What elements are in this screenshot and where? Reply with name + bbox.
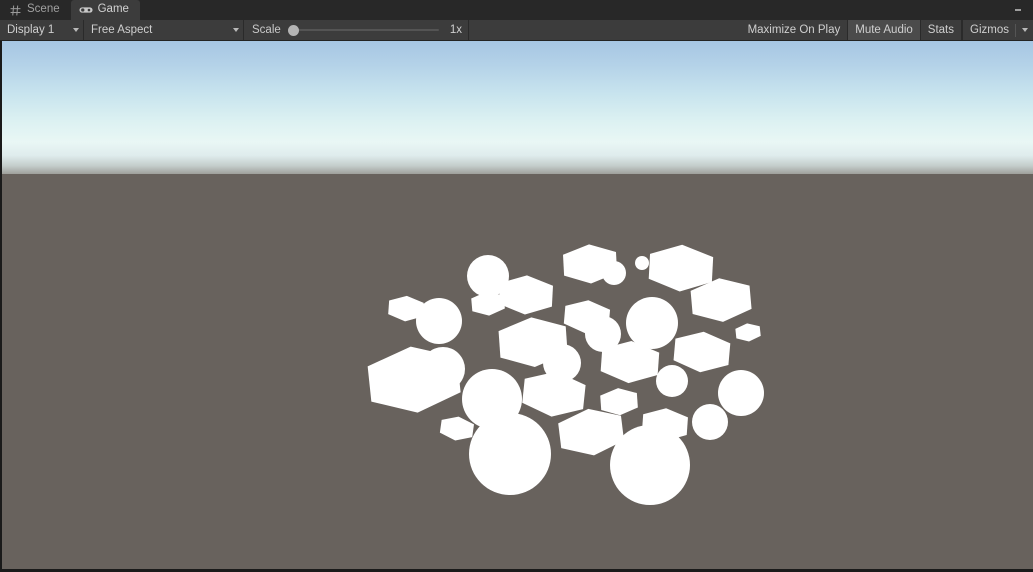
- scene-sphere: [692, 404, 728, 440]
- game-viewport[interactable]: [2, 41, 1033, 569]
- stats-button[interactable]: Stats: [920, 20, 963, 40]
- maximize-on-play-button[interactable]: Maximize On Play: [740, 20, 849, 40]
- unity-game-view-window: Scene Game Display 1 Free Aspect Scale 1…: [0, 0, 1033, 572]
- scene-sphere: [469, 413, 551, 495]
- tab-scene[interactable]: Scene: [0, 0, 71, 20]
- scene-grid-icon: [8, 3, 22, 17]
- scene-sphere: [416, 298, 462, 344]
- scene-sphere: [635, 256, 649, 270]
- scene-sphere: [602, 261, 626, 285]
- game-view-toolbar: Display 1 Free Aspect Scale 1x Maximize …: [0, 20, 1033, 41]
- tab-scene-label: Scene: [27, 3, 60, 16]
- tab-game-label: Game: [97, 3, 129, 16]
- display-dropdown-label: Display 1: [7, 24, 55, 36]
- scene-sphere: [626, 297, 678, 349]
- chevron-down-icon[interactable]: [1022, 28, 1028, 32]
- scale-slider[interactable]: [287, 20, 439, 40]
- scene-cube: [600, 388, 638, 416]
- scale-label: Scale: [252, 24, 281, 36]
- gamepad-icon: [79, 3, 93, 17]
- scene-objects-group: [367, 244, 764, 505]
- chevron-down-icon: [73, 28, 79, 32]
- scene-sphere: [585, 316, 621, 352]
- tab-bar: Scene Game: [0, 0, 1033, 20]
- chevron-down-icon: [233, 28, 239, 32]
- aspect-ratio-dropdown[interactable]: Free Aspect: [84, 20, 244, 40]
- scene-sphere: [718, 370, 764, 416]
- scale-slider-knob[interactable]: [287, 24, 299, 36]
- scene-sphere: [656, 365, 688, 397]
- scene-objects-layer: [367, 244, 764, 505]
- toolbar-spacer: [469, 20, 741, 40]
- mute-audio-label: Mute Audio: [855, 24, 913, 36]
- scene-sphere: [610, 425, 690, 505]
- stats-label: Stats: [927, 24, 955, 36]
- scale-slider-track: [287, 29, 439, 31]
- scene-sphere: [543, 344, 581, 382]
- aspect-ratio-label: Free Aspect: [91, 24, 153, 36]
- scale-value: 1x: [449, 24, 462, 36]
- tab-game[interactable]: Game: [70, 0, 140, 20]
- scene-sphere: [467, 255, 509, 297]
- game-viewport-container: [0, 41, 1033, 572]
- scene-sphere: [421, 347, 465, 391]
- gizmos-button[interactable]: Gizmos: [962, 20, 1033, 40]
- scene-cube: [673, 331, 731, 373]
- kebab-menu-icon[interactable]: [1007, 0, 1029, 20]
- mute-audio-button[interactable]: Mute Audio: [848, 20, 921, 40]
- gizmos-label: Gizmos: [970, 24, 1009, 36]
- scale-control: Scale 1x: [244, 20, 469, 40]
- gizmos-separator: [1015, 23, 1016, 37]
- display-dropdown[interactable]: Display 1: [0, 20, 84, 40]
- maximize-on-play-label: Maximize On Play: [747, 24, 841, 36]
- scene-cube: [735, 323, 761, 342]
